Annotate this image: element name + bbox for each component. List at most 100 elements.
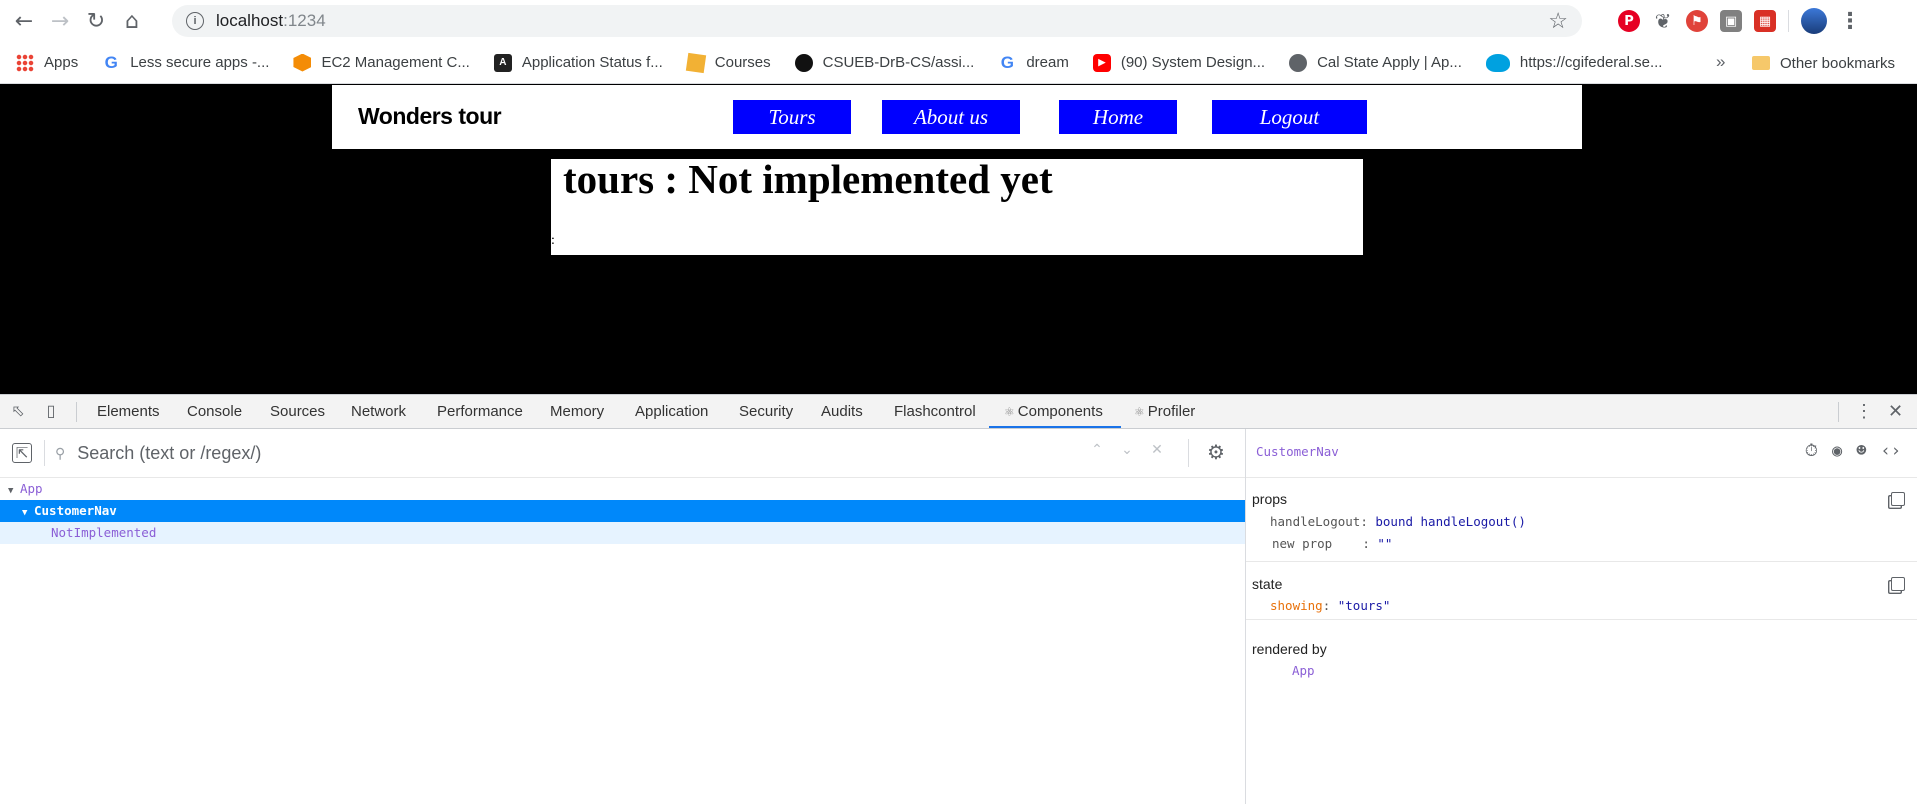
- caret-down-icon[interactable]: ▼: [8, 480, 20, 502]
- close-devtools-icon[interactable]: ✕: [1888, 395, 1903, 428]
- other-bookmarks[interactable]: Other bookmarks: [1752, 42, 1895, 84]
- bookmark-label: CSUEB-DrB-CS/assi...: [822, 54, 975, 71]
- bookmark-apps[interactable]: Apps: [16, 53, 79, 72]
- component-search-bar: ⇱ ⚲ ⌃ ⌄ ✕ ⚙: [0, 429, 1245, 478]
- salesforce-icon: [1485, 53, 1510, 72]
- bug-icon[interactable]: ☻: [1856, 441, 1866, 461]
- apps-grid-icon: [16, 53, 34, 72]
- tab-audits[interactable]: Audits: [821, 395, 863, 428]
- forward-arrow-icon[interactable]: →: [44, 5, 76, 37]
- nav-home-button[interactable]: Home: [1059, 100, 1177, 134]
- gear-icon[interactable]: ⚙: [1207, 440, 1225, 465]
- tab-memory[interactable]: Memory: [550, 395, 604, 428]
- device-toolbar-icon[interactable]: ▯: [40, 401, 62, 423]
- select-component-icon[interactable]: ⇱: [12, 443, 32, 463]
- tab-flashcontrol[interactable]: Flashcontrol: [894, 395, 976, 428]
- state-section: state showing: "tours": [1246, 561, 1917, 620]
- courses-icon: [685, 52, 706, 73]
- tree-node-app[interactable]: ▼ App: [0, 478, 1245, 500]
- stopwatch-icon[interactable]: ⏱: [1805, 441, 1818, 461]
- state-row[interactable]: showing: "tours": [1270, 598, 1390, 613]
- prop-key[interactable]: new prop: [1272, 536, 1332, 551]
- bookmark-courses[interactable]: Courses: [685, 52, 771, 73]
- copy-props-icon[interactable]: [1891, 492, 1905, 506]
- profile-avatar[interactable]: [1801, 8, 1827, 34]
- page-title: tours : Not implemented yet: [563, 156, 1053, 202]
- prop-value: bound handleLogout(): [1375, 514, 1526, 529]
- bookmark-less-secure-apps[interactable]: G Less secure apps -...: [102, 53, 270, 72]
- chevron-up-icon[interactable]: ⌃: [1090, 441, 1104, 458]
- tab-network[interactable]: Network: [351, 395, 406, 428]
- view-source-icon[interactable]: ‹›: [1881, 441, 1901, 461]
- tab-sources[interactable]: Sources: [270, 395, 325, 428]
- bookmark-system-design[interactable]: ▶ (90) System Design...: [1092, 53, 1265, 72]
- devtools-tabbar: ⬁ ▯ Elements Console Sources Network Per…: [0, 395, 1917, 429]
- rendered-by-owner-link[interactable]: App: [1292, 663, 1315, 678]
- toolbar-divider: [1788, 10, 1789, 32]
- chevron-down-icon[interactable]: ⌄: [1120, 441, 1134, 458]
- grid-extension-icon[interactable]: ▦: [1754, 10, 1776, 32]
- bookmark-cgifederal[interactable]: https://cgifederal.se...: [1485, 53, 1662, 72]
- reload-icon[interactable]: ↻: [80, 5, 112, 37]
- nav-tours-button[interactable]: Tours: [733, 100, 851, 134]
- pinterest-icon[interactable]: P: [1618, 10, 1640, 32]
- tab-application[interactable]: Application: [635, 395, 708, 428]
- eye-icon[interactable]: ◉: [1832, 441, 1842, 461]
- bookmarks-bar: Apps G Less secure apps -... EC2 Manageme…: [0, 42, 1917, 84]
- tab-components-label: Components: [1017, 403, 1103, 420]
- tab-console[interactable]: Console: [187, 395, 242, 428]
- bookmark-label: Apps: [44, 54, 79, 71]
- devtools-menu-icon[interactable]: ⋮: [1855, 395, 1873, 428]
- bookmark-label: dream: [1026, 54, 1069, 71]
- google-icon: G: [1000, 52, 1014, 72]
- aws-icon: [293, 53, 312, 72]
- bookmark-dream[interactable]: Gdream: [998, 52, 1069, 72]
- bookmark-star-icon[interactable]: ☆: [1548, 8, 1568, 34]
- tab-elements[interactable]: Elements: [97, 395, 160, 428]
- tab-performance[interactable]: Performance: [437, 395, 523, 428]
- tab-security[interactable]: Security: [739, 395, 793, 428]
- chrome-menu-icon[interactable]: ⋮: [1839, 9, 1861, 34]
- bookmark-csueb[interactable]: CSUEB-DrB-CS/assi...: [794, 53, 975, 72]
- home-icon[interactable]: ⌂: [116, 5, 148, 37]
- red-extension-icon[interactable]: ⚑: [1686, 10, 1708, 32]
- copy-state-icon[interactable]: [1891, 577, 1905, 591]
- bookmark-ec2[interactable]: EC2 Management C...: [293, 53, 470, 72]
- clear-search-icon[interactable]: ✕: [1150, 441, 1164, 458]
- extension-icons: P ❦ ⚑ ▣ ▦ ⋮: [1618, 6, 1861, 36]
- application-icon: A: [493, 53, 512, 72]
- tree-node-notimplemented[interactable]: NotImplemented: [0, 522, 1245, 544]
- inspect-element-icon[interactable]: ⬁: [7, 401, 29, 423]
- component-tree: ▼ App ▼ CustomerNav NotImplemented: [0, 478, 1245, 544]
- tree-node-customernav[interactable]: ▼ CustomerNav: [0, 500, 1245, 522]
- nav-about-us-button[interactable]: About us: [882, 100, 1020, 134]
- prop-row[interactable]: handleLogout: bound handleLogout(): [1270, 514, 1526, 529]
- url-port: :1234: [283, 11, 326, 30]
- component-inspector-pane: CustomerNav ⏱ ◉ ☻ ‹› props handleLogout:…: [1246, 429, 1917, 804]
- tab-components[interactable]: ⚛ Components: [989, 395, 1121, 428]
- back-arrow-icon[interactable]: ←: [8, 5, 40, 37]
- url-host: localhost: [216, 11, 284, 30]
- prop-row[interactable]: new prop : "": [1272, 536, 1392, 551]
- caret-down-icon[interactable]: ▼: [22, 502, 34, 524]
- eyedropper-icon[interactable]: ❦: [1652, 9, 1674, 33]
- component-search-input[interactable]: [75, 441, 1060, 465]
- bookmark-cal-state-apply[interactable]: Cal State Apply | Ap...: [1289, 53, 1462, 72]
- tree-node-label: NotImplemented: [51, 525, 157, 540]
- search-divider: [1188, 439, 1189, 467]
- react-atom-icon: ⚛: [1134, 405, 1145, 419]
- site-info-icon[interactable]: i: [186, 12, 204, 30]
- tab-profiler[interactable]: ⚛ Profiler: [1134, 395, 1195, 428]
- react-atom-icon: ⚛: [1004, 405, 1015, 419]
- tree-node-label: App: [20, 481, 43, 496]
- address-bar[interactable]: i localhost:1234 ☆: [172, 5, 1582, 37]
- search-icon: ⚲: [55, 444, 66, 461]
- prop-value[interactable]: "": [1377, 536, 1392, 551]
- component-tree-pane: ⇱ ⚲ ⌃ ⌄ ✕ ⚙ ▼App ▼CustomerNav NotImpleme…: [0, 429, 1246, 804]
- nav-logout-button[interactable]: Logout: [1212, 100, 1367, 134]
- bookmarks-overflow-icon[interactable]: »: [1716, 42, 1725, 84]
- shopping-bag-icon[interactable]: ▣: [1720, 10, 1742, 32]
- inspected-component-name: CustomerNav: [1256, 444, 1339, 459]
- globe-icon: [1289, 53, 1308, 72]
- bookmark-application-status[interactable]: A Application Status f...: [493, 53, 663, 72]
